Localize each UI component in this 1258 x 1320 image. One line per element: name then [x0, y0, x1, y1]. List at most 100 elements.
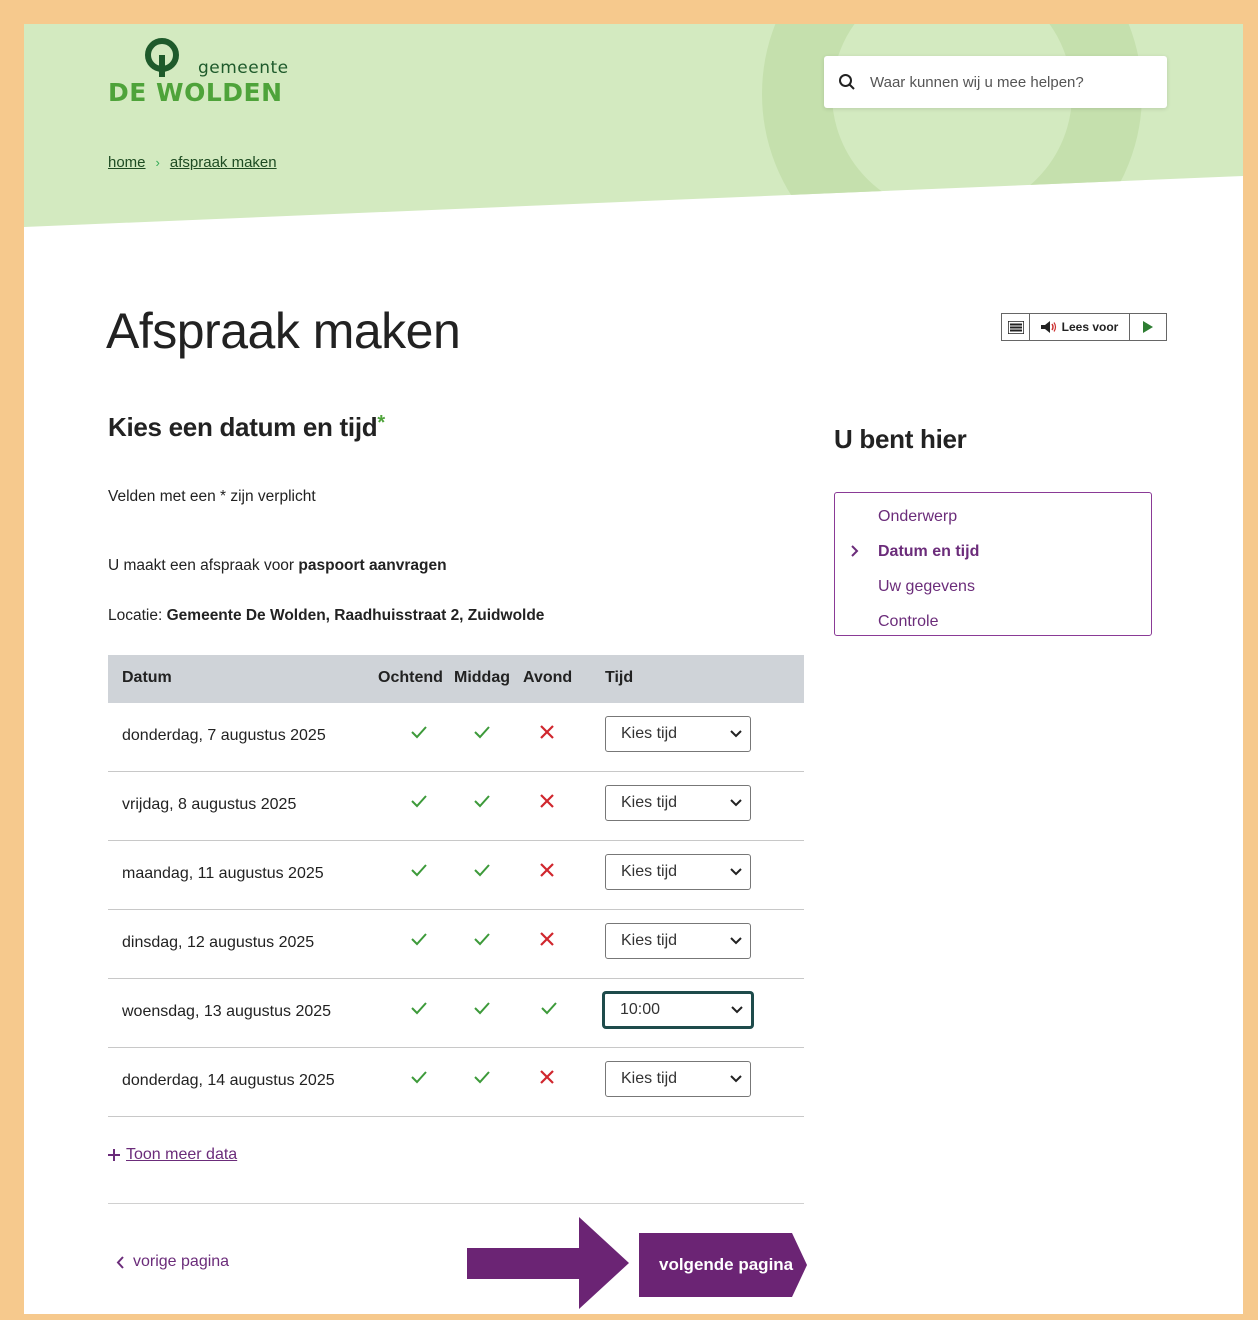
header-ochtend: Ochtend [378, 669, 443, 686]
logo-subtitle: gemeente [198, 58, 289, 78]
gemeente-logo[interactable]: gemeente DE WOLDEN [108, 38, 298, 108]
time-select-value: Kies tijd [621, 794, 678, 811]
time-select-value: 10:00 [620, 1001, 661, 1018]
table-header: Datum Ochtend Middag Avond Tijd [108, 655, 804, 703]
step-controle[interactable]: Controle [835, 604, 1151, 639]
table-body: donderdag, 7 augustus 2025 Kies tijd vrijd… [108, 703, 804, 1117]
show-more-link[interactable]: Toon meer data [126, 1146, 237, 1164]
check-icon [473, 1070, 493, 1090]
chevron-down-icon [730, 863, 742, 881]
menu-icon [1007, 320, 1024, 334]
time-select[interactable]: Kies tijd [605, 854, 751, 890]
search-bar[interactable] [824, 56, 1167, 108]
play-icon [1143, 321, 1153, 333]
date-time-table: Datum Ochtend Middag Avond Tijd donderda… [108, 655, 804, 1117]
time-select-value: Kies tijd [621, 1070, 678, 1087]
chevron-right-icon [851, 545, 859, 557]
table-row: dinsdag, 12 augustus 2025 Kies tijd [108, 910, 804, 979]
table-row: maandag, 11 augustus 2025 Kies tijd [108, 841, 804, 910]
check-icon [410, 725, 430, 745]
time-select[interactable]: Kies tijd [605, 1061, 751, 1097]
read-aloud-button[interactable]: Lees voor [1030, 314, 1130, 340]
progress-steps: Onderwerp Datum en tijd Uw gegevens Cont… [834, 492, 1152, 636]
time-select[interactable]: Kies tijd [605, 716, 751, 752]
check-icon [410, 863, 430, 883]
search-input[interactable] [870, 73, 1140, 91]
previous-page-button[interactable]: vorige pagina [116, 1253, 229, 1271]
sidebar-title: U bent hier [834, 424, 967, 454]
time-select-value: Kies tijd [621, 863, 678, 880]
chevron-down-icon [730, 932, 742, 950]
time-select-value: Kies tijd [621, 725, 678, 742]
show-more-dates[interactable]: Toon meer data [108, 1146, 237, 1164]
step-uw-gegevens[interactable]: Uw gegevens [835, 569, 1151, 604]
row-date: dinsdag, 12 augustus 2025 [122, 934, 315, 951]
check-icon [410, 1001, 430, 1021]
time-select[interactable]: Kies tijd [605, 785, 751, 821]
required-note: Velden met een * zijn verplicht [108, 488, 316, 505]
divider [108, 1203, 804, 1204]
breadcrumb: home › afspraak maken [108, 154, 277, 171]
appointment-summary: U maakt een afspraak voor paspoort aanvr… [108, 557, 447, 575]
check-icon [473, 794, 493, 814]
time-select-value: Kies tijd [621, 932, 678, 949]
play-button[interactable] [1130, 314, 1166, 340]
logo-title: DE WOLDEN [108, 78, 283, 107]
chevron-down-icon [730, 1070, 742, 1088]
check-icon [473, 863, 493, 883]
location-line: Locatie: Gemeente De Wolden, Raadhuisstr… [108, 607, 544, 625]
row-date: woensdag, 13 augustus 2025 [122, 1003, 332, 1020]
cross-icon [540, 725, 560, 745]
check-icon [473, 1001, 493, 1021]
step-label: Datum en tijd [878, 542, 980, 560]
header-tijd: Tijd [605, 669, 634, 686]
tree-logo-icon [145, 38, 179, 77]
row-date: donderdag, 14 augustus 2025 [122, 1072, 335, 1089]
cross-icon [540, 863, 560, 883]
step-datum-en-tijd[interactable]: Datum en tijd [835, 534, 1151, 569]
row-date: vrijdag, 8 augustus 2025 [122, 796, 297, 813]
required-star: * [377, 412, 385, 434]
table-row: donderdag, 14 augustus 2025 Kies tijd [108, 1048, 804, 1117]
form-title-text: Kies een datum en tijd [108, 412, 378, 442]
time-select[interactable]: 10:00 [603, 992, 753, 1028]
previous-page-label: vorige pagina [133, 1253, 230, 1270]
row-date: donderdag, 7 augustus 2025 [122, 727, 326, 744]
search-icon [839, 74, 855, 90]
cross-icon [540, 794, 560, 814]
appointment-subject: paspoort aanvragen [298, 557, 447, 574]
step-label: Uw gegevens [878, 577, 975, 595]
location-value: Gemeente De Wolden, Raadhuisstraat 2, Zu… [166, 607, 545, 624]
reader-menu-button[interactable] [1002, 314, 1030, 340]
arrow-annotation-icon [467, 1217, 629, 1309]
check-icon [473, 932, 493, 952]
step-onderwerp[interactable]: Onderwerp [835, 499, 1151, 534]
speaker-icon [1040, 321, 1056, 333]
check-icon [410, 794, 430, 814]
location-prefix: Locatie: [108, 607, 167, 624]
table-row: donderdag, 7 augustus 2025 Kies tijd [108, 703, 804, 772]
read-aloud-label: Lees voor [1061, 320, 1119, 334]
breadcrumb-afspraak[interactable]: afspraak maken [170, 154, 277, 171]
step-label: Controle [878, 612, 939, 630]
breadcrumb-home[interactable]: home [108, 154, 146, 171]
cross-icon [540, 932, 560, 952]
cross-icon [540, 1070, 560, 1090]
form-title: Kies een datum en tijd* [108, 412, 385, 443]
check-icon [540, 1001, 560, 1021]
header-avond: Avond [523, 669, 573, 686]
chevron-down-icon [730, 725, 742, 743]
time-select[interactable]: Kies tijd [605, 923, 751, 959]
table-row: woensdag, 13 augustus 2025 10:00 [108, 979, 804, 1048]
next-page-button[interactable]: volgende pagina [639, 1233, 807, 1297]
chevron-right-icon: › [155, 155, 160, 170]
table-row: vrijdag, 8 augustus 2025 Kies tijd [108, 772, 804, 841]
row-date: maandag, 11 augustus 2025 [122, 865, 324, 882]
page-title: Afspraak maken [106, 303, 461, 359]
header-datum: Datum [122, 669, 172, 686]
appointment-prefix: U maakt een afspraak voor [108, 557, 299, 574]
chevron-left-icon [116, 1255, 124, 1269]
chevron-down-icon [731, 1001, 743, 1019]
check-icon [410, 1070, 430, 1090]
chevron-down-icon [730, 794, 742, 812]
